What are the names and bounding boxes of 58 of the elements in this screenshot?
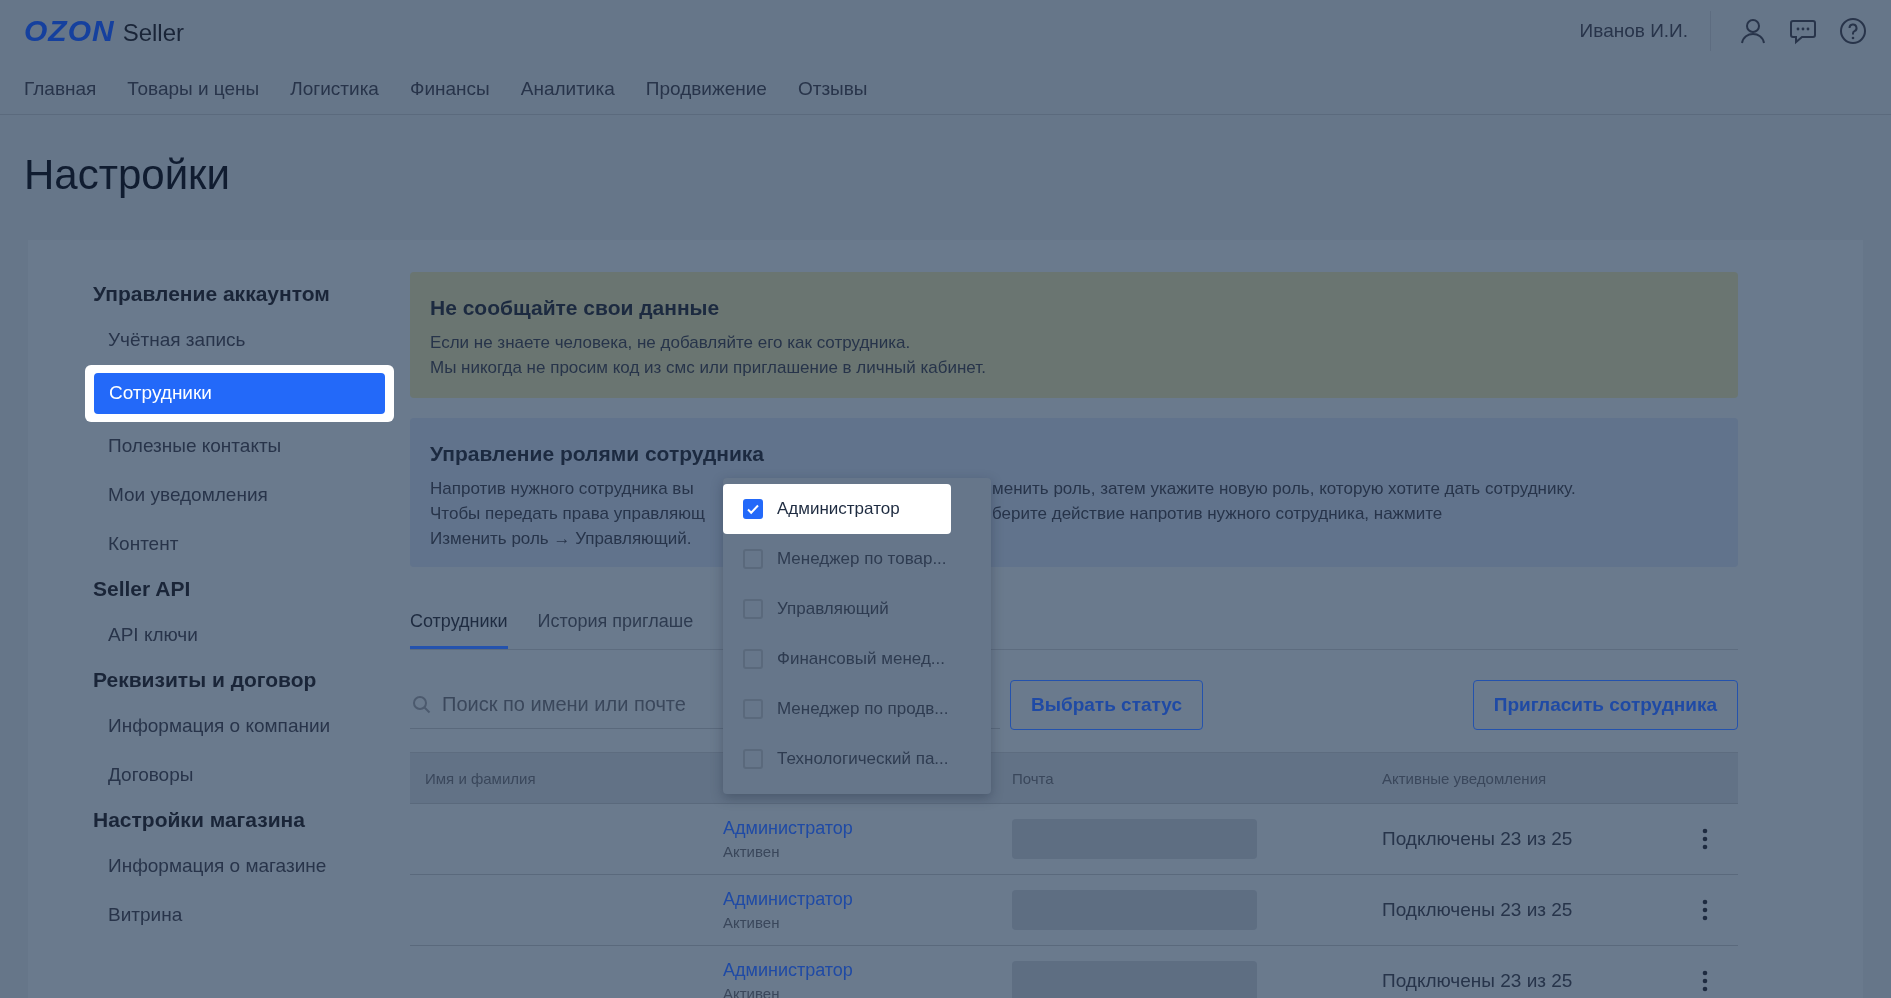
notifications-text: Подключены 23 из 25	[1382, 899, 1574, 921]
help-icon[interactable]	[1839, 17, 1867, 45]
role-option[interactable]: Администратор	[723, 484, 951, 534]
profile-icon[interactable]	[1739, 17, 1767, 45]
sidebar-heading: Настройки магазина	[93, 807, 306, 833]
sidebar-heading: Управление аккаунтом	[93, 281, 331, 307]
nav-link[interactable]: Финансы	[409, 78, 490, 100]
invite-button[interactable]: Пригласить сотрудника	[1472, 680, 1738, 730]
sidebar-item[interactable]: Информация о компании	[93, 702, 386, 751]
search-icon	[412, 695, 432, 715]
sidebar-item[interactable]: Контент	[93, 520, 386, 569]
check-icon	[746, 502, 760, 516]
notifications-text: Подключены 23 из 25	[1382, 970, 1574, 992]
chat-icon[interactable]	[1789, 17, 1817, 45]
nav-link[interactable]: Товары и цены	[127, 78, 260, 100]
more-icon[interactable]	[1702, 899, 1708, 921]
page-title: Настройки	[24, 151, 231, 199]
sidebar-item[interactable]: Полезные контакты	[93, 422, 386, 471]
sidebar-item[interactable]: Учётная запись	[93, 316, 386, 365]
info-title: Управление ролями сотрудника	[430, 442, 766, 466]
warning-text: Если не знаете человека, не добавляйте его как сотрудника.	[430, 332, 912, 354]
status-filter-button[interactable]: Выбрать статус	[1010, 680, 1203, 730]
role-option[interactable]: Технологический па...	[723, 734, 991, 784]
user-name[interactable]: Иванов И.И.	[1579, 20, 1688, 42]
info-text: Чтобы передать права управляющ	[430, 503, 706, 525]
warning-text: Мы никогда не просим код из смс или приглашение в личный кабинет.	[430, 357, 987, 379]
more-icon[interactable]	[1702, 828, 1708, 850]
sidebar-item[interactable]: Договоры	[93, 751, 386, 800]
tab[interactable]: Сотрудники	[410, 595, 508, 649]
info-text: Напротив нужного сотрудника вы	[430, 478, 695, 500]
warning-title: Не сообщайте свои данные	[430, 296, 721, 320]
info-text: менить роль, затем укажите новую роль, которую хотите дать сотруднику.	[992, 478, 1577, 500]
sidebar-item[interactable]: Мои уведомления	[93, 471, 386, 520]
sidebar-item[interactable]: Информация о магазине	[93, 842, 386, 891]
logo-subtitle: Seller	[122, 19, 185, 47]
checkbox[interactable]	[743, 499, 763, 519]
sidebar-heading: Seller API	[93, 576, 192, 602]
sidebar-item[interactable]: API ключи	[93, 611, 386, 660]
info-text: берите действие напротив нужного сотрудника, нажмите	[992, 503, 1444, 525]
role-link[interactable]: Администратор	[723, 889, 1012, 910]
info-text: Изменить роль → Управляющий.	[430, 528, 693, 550]
role-option[interactable]: Управляющий	[723, 584, 991, 634]
more-icon[interactable]	[1702, 970, 1708, 992]
tab[interactable]: История приглаше	[537, 595, 694, 649]
nav-link[interactable]: Отзывы	[797, 78, 868, 100]
notifications-text: Подключены 23 из 25	[1382, 828, 1574, 850]
sidebar-item[interactable]: Сотрудники	[94, 373, 385, 414]
nav-link[interactable]: Аналитика	[520, 78, 615, 100]
role-option[interactable]: Финансовый менед...	[723, 634, 991, 684]
sidebar-heading: Реквизиты и договор	[93, 667, 318, 693]
nav-link[interactable]: Логистика	[290, 78, 379, 100]
role-link[interactable]: Администратор	[723, 818, 1012, 839]
role-link[interactable]: Администратор	[723, 960, 1012, 981]
sidebar-item[interactable]: Витрина	[93, 891, 386, 940]
nav-link[interactable]: Продвижение	[645, 78, 767, 100]
ozon-logo[interactable]: OZON	[24, 14, 115, 48]
role-option[interactable]: Менеджер по товар...	[723, 534, 991, 584]
nav-link[interactable]: Главная	[24, 78, 97, 100]
